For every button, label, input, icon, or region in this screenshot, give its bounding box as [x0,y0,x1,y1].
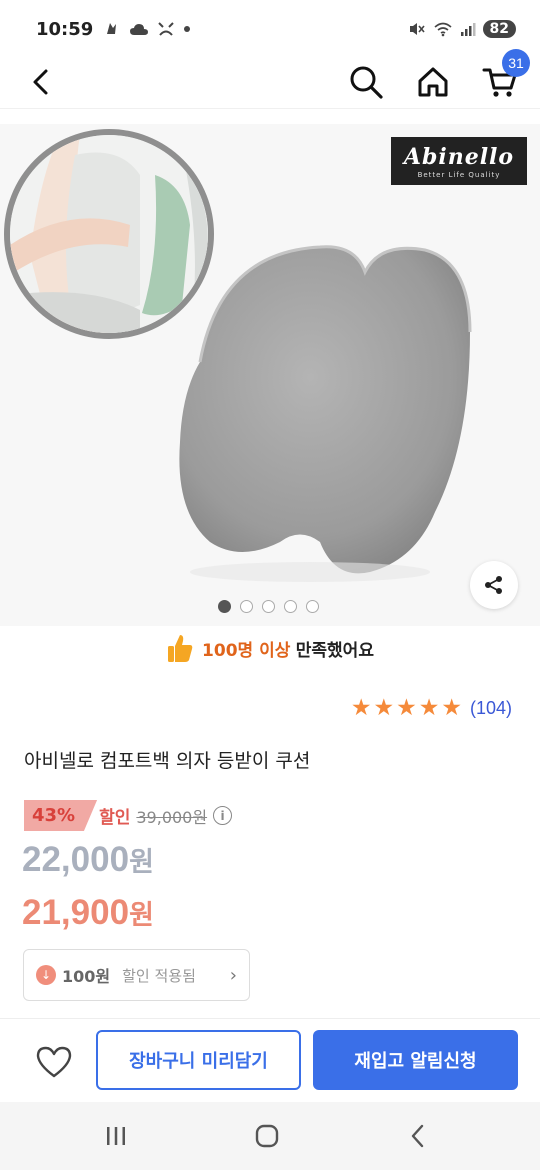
cloud-icon [130,24,149,35]
status-right: 82 [408,20,516,38]
thumbs-up-icon [168,635,193,662]
action-bar-divider [0,1018,540,1019]
brand-logo: Abinello Better Life Quality [391,137,527,185]
product-title: 아비넬로 컴포트백 의자 등받이 쿠션 [24,750,311,772]
star-icon: ★ [396,695,417,721]
recent-apps-button[interactable] [94,1116,138,1156]
carousel-dot[interactable] [306,600,319,613]
dot-icon [184,26,191,32]
home-nav-button[interactable] [245,1116,289,1156]
back-chevron-icon [411,1124,424,1148]
carousel-dot[interactable] [218,600,231,613]
system-nav-bar [0,1102,540,1170]
carousel-dot[interactable] [284,600,297,613]
restock-alert-button[interactable]: 재입고 알림신청 [313,1030,518,1090]
sale-price-number: 21,900 [22,893,130,932]
coupon-amount: 100원 [62,967,111,986]
brand-name: Abinello [403,143,515,170]
discount-label: 할인 [99,808,131,828]
app-header [0,58,540,108]
coupon-discount-box[interactable]: ↓ 100원 할인 적용됨 › [23,949,250,1001]
back-nav-button[interactable] [396,1116,440,1156]
rating[interactable]: ★ ★ ★ ★ ★ (104) [351,696,512,720]
satisfaction-highlight: 100명 이상 [202,640,291,661]
satisfaction-banner: 100명 이상 만족했어요 [0,630,540,666]
carousel-indicator [218,600,319,613]
cart-count-badge: 31 [502,49,530,77]
add-to-cart-button[interactable]: 장바구니 미리담기 [96,1030,301,1090]
product-image-carousel[interactable]: Abinello Better Life Quality [0,124,540,626]
review-count[interactable]: (104) [470,698,512,719]
sale-price-unit: 원 [129,900,154,931]
discount-badge: 43% [24,800,98,831]
home-icon [418,67,448,97]
carousel-dot[interactable] [240,600,253,613]
star-icon: ★ [350,695,372,721]
chevron-right-icon: › [229,964,237,986]
star-icon: ★ [418,695,440,721]
price-number: 22,000 [22,840,130,879]
status-time: 10:59 [36,18,94,40]
share-button[interactable] [470,561,518,609]
heart-icon [36,1046,72,1078]
back-button[interactable] [26,64,56,100]
brand-tagline: Better Life Quality [417,170,501,179]
home-button[interactable] [413,62,453,102]
notification-icon [107,23,117,34]
satisfaction-text: 만족했어요 [295,640,374,661]
status-bar: 10:59 82 [0,0,540,58]
carousel-dot[interactable] [262,600,275,613]
signal-icon [460,23,476,36]
recent-apps-icon [107,1127,125,1145]
price: 22,000원 [22,840,154,880]
star-icon: ★ [441,695,462,721]
original-price: 39,000원 [136,807,208,827]
cushion-product-image [179,245,472,582]
sale-price: 21,900원 [22,893,154,933]
coupon-text: 할인 적용됨 [122,966,196,985]
battery-indicator: 82 [482,20,516,38]
info-icon[interactable]: i [213,806,233,825]
share-icon [485,576,502,594]
alert-icon [158,22,175,36]
mute-icon [409,23,425,35]
search-button[interactable] [346,62,386,102]
price-unit: 원 [129,847,154,878]
wifi-icon [433,22,452,37]
wishlist-button[interactable] [30,1038,78,1086]
chevron-left-icon [33,69,48,95]
arrow-down-icon: ↓ [36,965,56,985]
star-icon: ★ [373,695,395,721]
search-icon [350,66,383,99]
home-circle-icon [255,1124,279,1148]
header-divider [0,108,540,109]
discount-row: 43% 할인 39,000원 i [24,800,233,831]
status-left-icons [103,20,191,38]
